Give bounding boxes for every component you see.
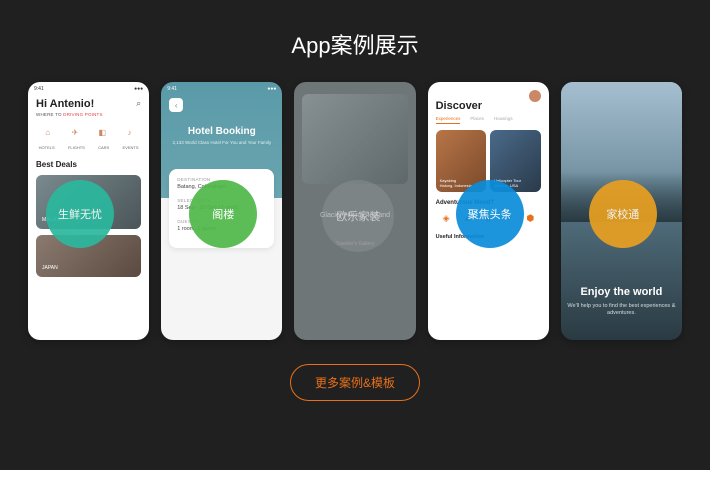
category-icons: ⌂ ✈ ◧ ♪ xyxy=(28,117,149,143)
hotel-icon: ⌂ xyxy=(41,125,55,139)
status-bar xyxy=(428,82,549,90)
app-badge: 家校通 xyxy=(589,180,657,248)
flight-icon: ✈ xyxy=(68,125,82,139)
status-time: 9:41 xyxy=(34,86,44,92)
app-badge: 欧乐家装 xyxy=(322,180,394,252)
mood-icon: ⬢ xyxy=(524,212,536,224)
avatar xyxy=(529,90,541,102)
best-deals-title: Best Deals xyxy=(28,152,149,169)
status-bar: 9:41 ●●● xyxy=(28,82,149,92)
cards-row: 9:41 ●●● Hi Antenio! ⌕ WHERE TO DRIVING … xyxy=(0,82,710,340)
app-badge: 生鲜无忧 xyxy=(46,180,114,248)
hero-image xyxy=(302,94,407,184)
showcase-section: App案例展示 9:41 ●●● Hi Antenio! ⌕ WHERE TO … xyxy=(0,0,710,470)
event-icon: ♪ xyxy=(123,125,137,139)
category-tabs: HOTELS FLIGHTS CARS EVENTS xyxy=(28,143,149,152)
hotel-title: Hotel Booking xyxy=(161,126,282,137)
car-icon: ◧ xyxy=(95,125,109,139)
more-cases-button[interactable]: 更多案例&模板 xyxy=(290,364,420,401)
greeting: Hi Antenio! xyxy=(28,92,149,112)
status-time: 9:41 xyxy=(167,86,177,92)
app-card-travel[interactable]: 9:41 ●●● Hi Antenio! ⌕ WHERE TO DRIVING … xyxy=(28,82,149,340)
discover-tabs: Experiences Places Housings xyxy=(428,114,549,130)
app-card-hotel[interactable]: 9:41 ●●● ‹ Hotel Booking 2,133 World Cla… xyxy=(161,82,282,340)
enjoy-subtitle: We'll help you to find the best experien… xyxy=(561,303,682,318)
hotel-subtitle: 2,133 World Class Hotel For You and Your… xyxy=(161,140,282,145)
app-badge: 聚焦头条 xyxy=(456,180,524,248)
app-card-discover[interactable]: Discover Experiences Places Housings Kay… xyxy=(428,82,549,340)
status-bar: 9:41 ●●● xyxy=(161,82,282,92)
tab-flights: FLIGHTS xyxy=(68,145,85,150)
app-card-enjoy[interactable]: Enjoy the world We'll help you to find t… xyxy=(561,82,682,340)
enjoy-title: Enjoy the world xyxy=(561,286,682,298)
tab-places: Places xyxy=(470,116,484,124)
tab-experiences: Experiences xyxy=(436,116,461,124)
back-button: ‹ xyxy=(169,98,183,112)
section-title: App案例展示 xyxy=(0,28,710,60)
tab-housings: Housings xyxy=(494,116,513,124)
mood-icon: ◈ xyxy=(440,212,452,224)
tab-events: EVENTS xyxy=(123,145,139,150)
status-icons: ●●● xyxy=(267,86,276,92)
tab-hotels: HOTELS xyxy=(39,145,55,150)
tab-cars: CARS xyxy=(98,145,109,150)
app-badge: 阁楼 xyxy=(189,180,257,248)
search-icon: ⌕ xyxy=(136,98,141,109)
status-icons: ●●● xyxy=(134,86,143,92)
app-card-glacier[interactable]: Glacier Hiking, Iceland Traveler's Galle… xyxy=(294,82,415,340)
